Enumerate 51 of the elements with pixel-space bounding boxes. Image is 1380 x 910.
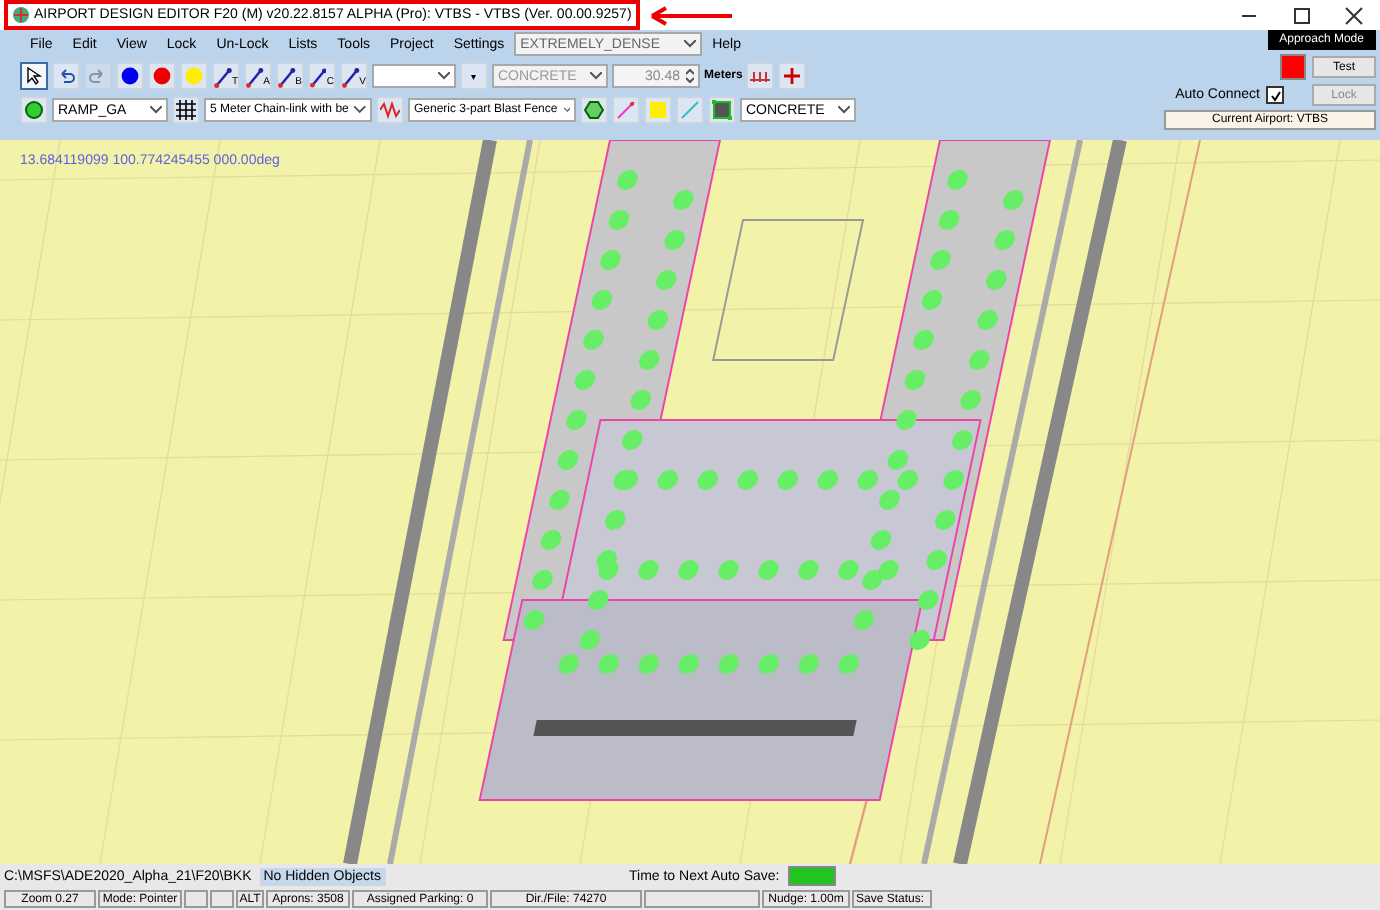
circle-icon <box>24 100 44 120</box>
line-tool-button[interactable] <box>612 96 640 124</box>
undo-icon <box>56 66 76 86</box>
color-button[interactable] <box>180 62 208 90</box>
pointer-button[interactable] <box>20 62 48 90</box>
line-icon <box>246 68 264 88</box>
grid-button[interactable] <box>172 96 200 124</box>
check-icon <box>1269 89 1281 101</box>
spinner-arrows-icon <box>686 68 694 84</box>
caret-icon <box>354 106 366 114</box>
color-button[interactable] <box>148 62 176 90</box>
square-icon <box>712 100 732 120</box>
circle-button[interactable] <box>20 96 48 124</box>
line-icon <box>342 68 360 88</box>
dot-icon <box>152 66 172 86</box>
plus-icon <box>782 66 803 86</box>
color-button[interactable] <box>644 96 672 124</box>
line-tool-icon <box>616 100 636 120</box>
caret-icon <box>838 106 850 114</box>
plus-button[interactable] <box>778 62 807 90</box>
line-icon <box>278 68 296 88</box>
zigzag-icon <box>380 100 400 120</box>
zigzag-button[interactable] <box>376 96 404 124</box>
status-square <box>1280 54 1306 80</box>
line-icon <box>310 68 327 88</box>
hexagon-icon <box>584 100 604 120</box>
status-panel <box>644 890 760 908</box>
status-panel <box>184 890 208 908</box>
auto-connect-checkbox[interactable] <box>1266 86 1284 104</box>
caret-icon <box>563 106 570 114</box>
dot-icon <box>120 66 140 86</box>
line-tool-icon <box>680 100 700 120</box>
hexagon-button[interactable] <box>580 96 608 124</box>
grid-icon <box>176 100 196 120</box>
square-icon <box>648 100 668 120</box>
caret-icon <box>684 40 697 48</box>
arrow-icon <box>647 5 736 25</box>
caret-icon <box>150 106 162 114</box>
fence-button[interactable] <box>746 62 775 90</box>
status-panel <box>210 890 234 908</box>
dot-icon <box>184 66 204 86</box>
pointer-icon <box>24 66 44 86</box>
undo-button[interactable] <box>52 62 80 90</box>
square-button[interactable] <box>708 96 736 124</box>
caret-icon <box>438 72 450 80</box>
caret-icon <box>590 72 602 80</box>
line-icon <box>214 68 232 88</box>
redo-icon <box>88 66 108 86</box>
app-icon <box>12 6 30 24</box>
color-button[interactable] <box>116 62 144 90</box>
fence-icon <box>750 66 771 86</box>
